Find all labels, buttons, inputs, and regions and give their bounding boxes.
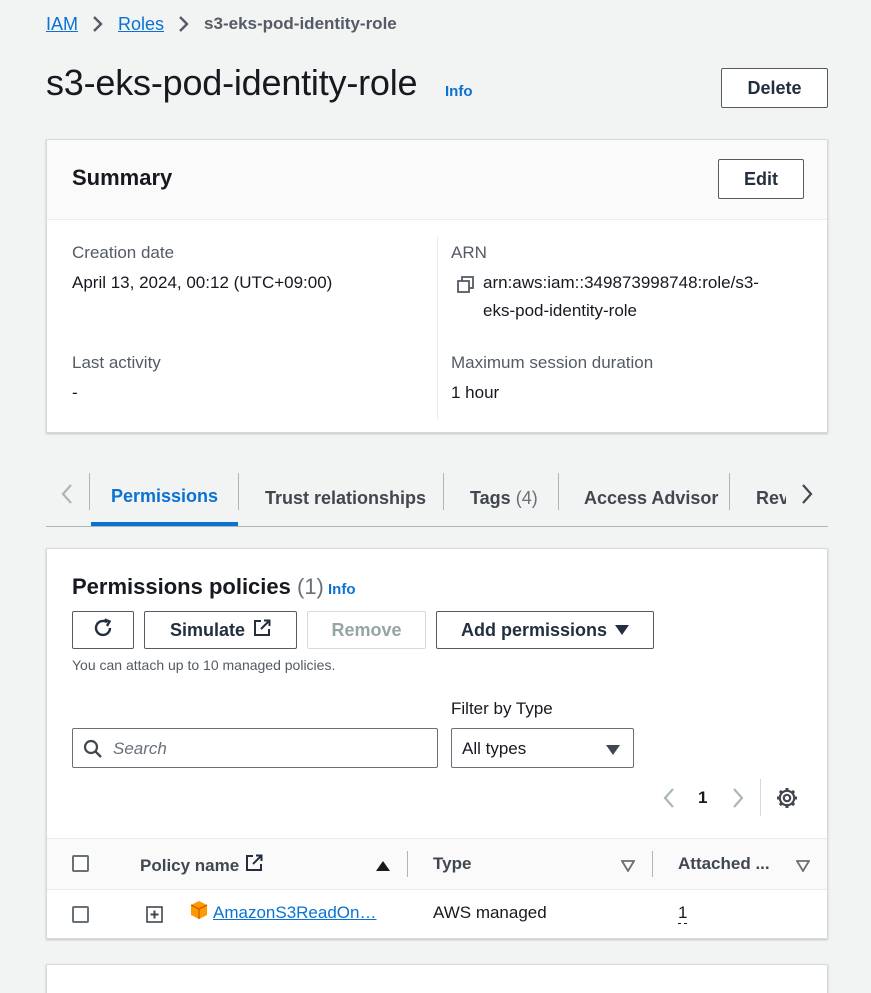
delete-button[interactable]: Delete <box>721 68 828 108</box>
tab-tags-count: (4) <box>515 487 538 508</box>
copy-icon[interactable] <box>457 276 474 298</box>
max-session-label: Maximum session duration <box>451 353 654 372</box>
permissions-info-link[interactable]: Info <box>328 581 356 598</box>
permissions-boundary-card <box>46 964 828 993</box>
next-page-icon[interactable] <box>731 787 745 814</box>
external-link-icon <box>253 619 271 642</box>
sort-icon[interactable] <box>620 859 636 877</box>
tab-access-advisor[interactable]: Access Advisor <box>584 470 718 526</box>
table-row: AmazonS3ReadOn… AWS managed 1 <box>47 890 827 939</box>
caret-down-icon <box>615 620 630 641</box>
page-title: s3-eks-pod-identity-role <box>46 62 418 103</box>
simulate-button[interactable]: Simulate <box>144 611 297 649</box>
breadcrumb-iam[interactable]: IAM <box>46 14 78 35</box>
add-permissions-button[interactable]: Add permissions <box>436 611 654 649</box>
select-all-checkbox[interactable] <box>72 855 89 872</box>
refresh-icon <box>92 617 114 644</box>
summary-divider <box>437 236 438 420</box>
title-info-link[interactable]: Info <box>445 83 473 100</box>
creation-date-value: April 13, 2024, 00:12 (UTC+09:00) <box>72 273 333 292</box>
permissions-policies-card: Permissions policies (1) Info Simulate R… <box>46 548 828 939</box>
tab-permissions[interactable]: Permissions <box>91 470 238 526</box>
sort-icon[interactable] <box>795 859 811 877</box>
summary-card: Summary Edit Creation date April 13, 202… <box>46 139 828 433</box>
tab-divider <box>729 473 730 510</box>
column-type[interactable]: Type <box>433 854 471 874</box>
search-placeholder: Search <box>113 739 167 758</box>
tab-trust-relationships[interactable]: Trust relationships <box>265 470 426 526</box>
table-header: Policy name Type Attached ... <box>47 838 827 890</box>
search-input[interactable]: Search <box>72 728 438 768</box>
tab-divider <box>558 473 559 510</box>
edit-button[interactable]: Edit <box>718 159 804 199</box>
filter-type-value: All types <box>462 739 527 758</box>
max-session-value: 1 hour <box>451 383 500 402</box>
policy-icon <box>189 900 209 925</box>
creation-date-label: Creation date <box>72 243 175 262</box>
tab-revoke-sessions[interactable]: Rev <box>756 470 786 526</box>
last-activity-value: - <box>72 383 78 402</box>
search-icon <box>83 739 103 764</box>
expand-icon[interactable] <box>146 906 163 928</box>
filter-type-select[interactable]: All types <box>451 728 634 768</box>
column-divider <box>652 851 653 877</box>
policy-limit-hint: You can attach up to 10 managed policies… <box>72 657 336 673</box>
arn-value-line2: eks-pod-identity-role <box>483 301 638 320</box>
filter-by-type-label: Filter by Type <box>451 699 553 718</box>
chevron-right-icon <box>178 15 190 33</box>
arn-value-line1: arn:aws:iam::349873998748:role/s3- <box>483 273 759 292</box>
chevron-left-icon[interactable] <box>60 483 74 510</box>
pagination-divider <box>760 779 761 816</box>
arn-label: ARN <box>451 243 487 262</box>
page-number[interactable]: 1 <box>698 788 707 808</box>
row-checkbox[interactable] <box>72 906 89 923</box>
breadcrumb: IAM Roles s3-eks-pod-identity-role <box>46 12 397 36</box>
tab-divider <box>443 473 444 510</box>
column-policy-name[interactable]: Policy name <box>140 854 263 877</box>
summary-title: Summary <box>72 165 173 190</box>
refresh-button[interactable] <box>72 611 134 649</box>
permissions-title: Permissions policies (1) <box>72 574 324 599</box>
tab-divider <box>89 473 90 510</box>
policy-name-link[interactable]: AmazonS3ReadOn… <box>213 903 376 923</box>
tab-divider <box>238 473 239 510</box>
policy-type: AWS managed <box>433 903 547 922</box>
tab-tags[interactable]: Tags (4) <box>470 470 538 526</box>
last-activity-label: Last activity <box>72 353 161 372</box>
breadcrumb-current: s3-eks-pod-identity-role <box>204 14 397 33</box>
remove-button[interactable]: Remove <box>307 611 426 649</box>
previous-page-icon[interactable] <box>662 787 676 814</box>
tab-bar: Permissions Trust relationships Tags (4)… <box>46 470 828 527</box>
column-attached[interactable]: Attached ... <box>678 854 770 874</box>
column-divider <box>407 851 408 877</box>
chevron-right-icon[interactable] <box>800 483 814 510</box>
caret-down-icon <box>606 743 620 761</box>
attached-count[interactable]: 1 <box>678 903 688 924</box>
sort-ascending-icon[interactable] <box>376 859 390 877</box>
settings-icon[interactable] <box>776 787 798 814</box>
permissions-count: (1) <box>297 574 324 599</box>
chevron-right-icon <box>92 15 104 33</box>
external-link-icon <box>245 854 263 877</box>
breadcrumb-roles[interactable]: Roles <box>118 14 164 35</box>
